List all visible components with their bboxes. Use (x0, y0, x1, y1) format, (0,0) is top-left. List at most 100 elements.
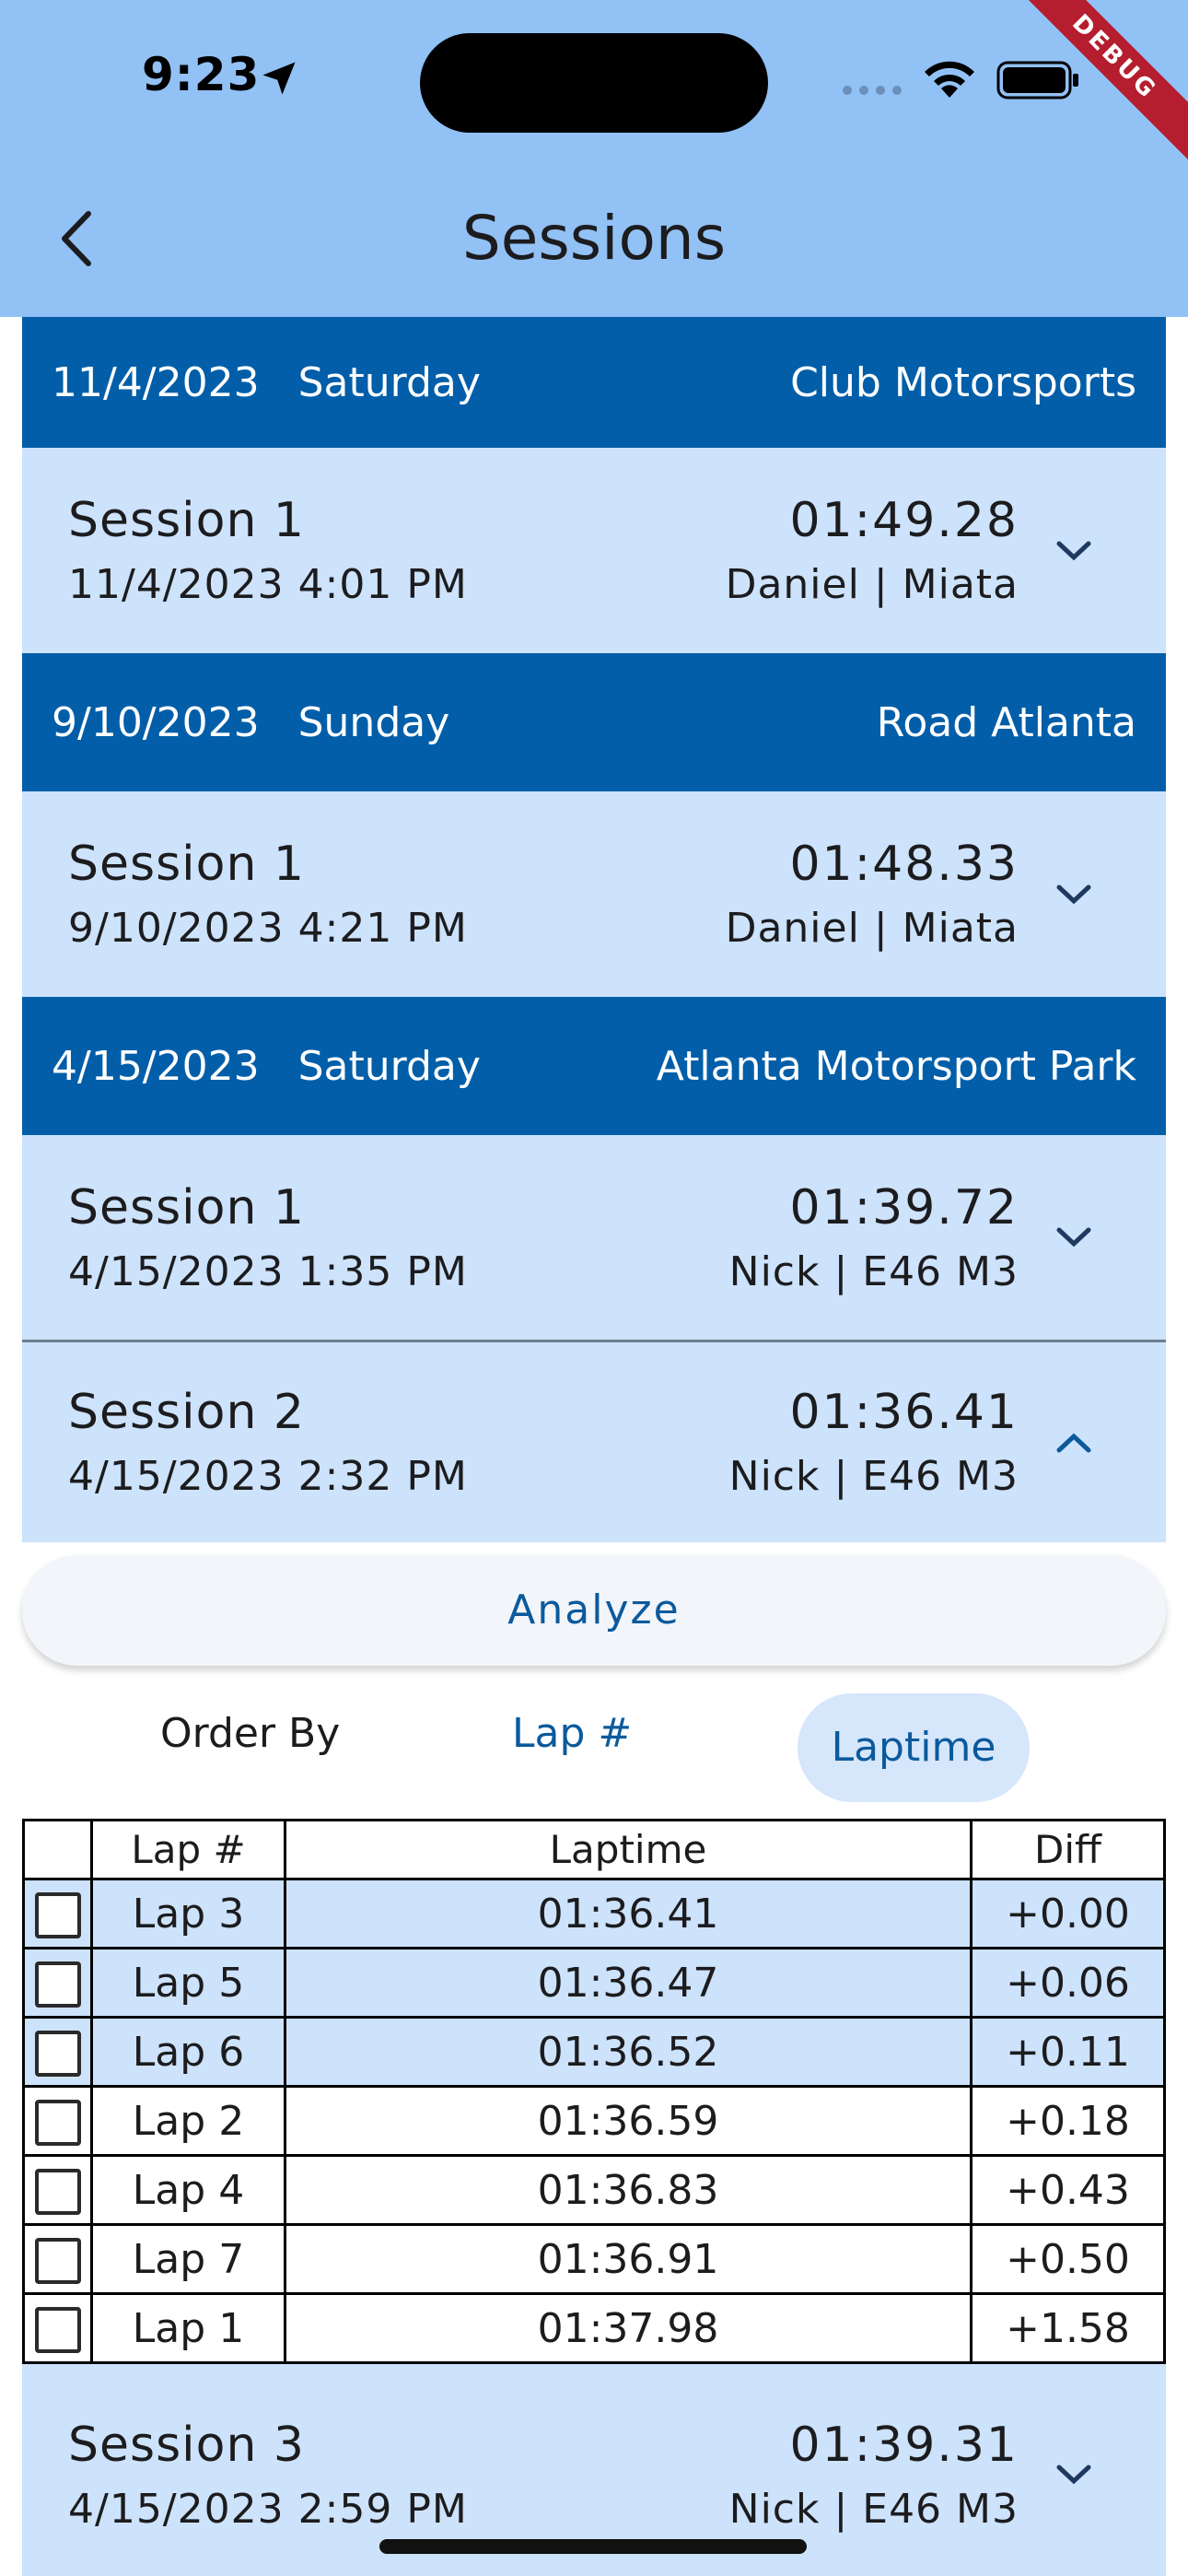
chevron-down-icon[interactable] (1055, 1225, 1092, 1249)
session-name: Session 1 (68, 493, 306, 548)
lap-checkbox-cell[interactable] (22, 1878, 93, 1950)
day-header: 11/4/2023 Saturday Club Motorsports (22, 317, 1166, 448)
day-weekday: Saturday (297, 358, 481, 406)
session-list: 11/4/2023 Saturday Club Motorsports Sessi… (22, 317, 1166, 2576)
session-best-lap: 01:49.28 (789, 493, 1019, 548)
lap-time: 01:36.41 (284, 1878, 973, 1950)
chevron-down-icon[interactable] (1055, 883, 1092, 907)
table-header-row: Lap # Laptime Diff (22, 1819, 1166, 1880)
checkbox[interactable] (34, 2237, 81, 2284)
lap-time: 01:37.98 (284, 2292, 973, 2364)
page-title: Sessions (461, 203, 727, 274)
day-track: Atlanta Motorsport Park (656, 1042, 1136, 1090)
session-name: Session 1 (68, 837, 306, 892)
session-best-lap: 01:48.33 (789, 837, 1019, 892)
lap-time: 01:36.83 (284, 2154, 973, 2226)
lap-time: 01:36.91 (284, 2223, 973, 2295)
lap-number: Lap 6 (90, 2016, 286, 2088)
chevron-up-icon[interactable] (1055, 1431, 1092, 1455)
order-by-laptime[interactable]: Laptime (798, 1693, 1030, 1802)
lap-number: Lap 4 (90, 2154, 286, 2226)
column-header-lap: Lap # (90, 1819, 286, 1880)
session-best-lap: 01:39.31 (789, 2417, 1019, 2473)
table-row: Lap 2 01:36.59 +0.18 (22, 2085, 1166, 2157)
app-bar: 9:23 DEBUG Sessions (0, 0, 1188, 317)
checkbox[interactable] (34, 2030, 81, 2077)
session-name: Session 2 (68, 1385, 306, 1440)
day-date: 11/4/2023 (52, 358, 260, 406)
lap-number: Lap 3 (90, 1878, 286, 1950)
column-header-select (22, 1819, 93, 1880)
lap-diff: +1.58 (970, 2292, 1166, 2364)
checkbox[interactable] (34, 1961, 81, 2008)
session-driver-car: Nick | E46 M3 (728, 1247, 1019, 1295)
table-row: Lap 5 01:36.47 +0.06 (22, 1947, 1166, 2019)
session-datetime: 4/15/2023 2:59 PM (68, 2485, 468, 2533)
lap-checkbox-cell[interactable] (22, 2085, 93, 2157)
session-best-lap: 01:39.72 (789, 1179, 1019, 1235)
session-driver-car: Nick | E46 M3 (728, 1453, 1019, 1500)
checkbox[interactable] (34, 2306, 81, 2353)
day-track: Road Atlanta (876, 698, 1136, 746)
table-row: Lap 6 01:36.52 +0.11 (22, 2016, 1166, 2088)
session-driver-car: Daniel | Miata (725, 905, 1019, 952)
checkbox[interactable] (34, 2168, 81, 2215)
session-datetime: 9/10/2023 4:21 PM (68, 905, 468, 952)
session-row[interactable]: Session 1 11/4/2023 4:01 PM 01:49.28 Dan… (22, 448, 1166, 653)
session-row[interactable]: Session 1 4/15/2023 1:35 PM 01:39.72 Nic… (22, 1135, 1166, 1340)
lap-number: Lap 1 (90, 2292, 286, 2364)
lap-time: 01:36.52 (284, 2016, 973, 2088)
session-datetime: 11/4/2023 4:01 PM (68, 561, 468, 608)
analyze-button[interactable]: Analyze (22, 1555, 1166, 1666)
lap-checkbox-cell[interactable] (22, 1947, 93, 2019)
day-date: 9/10/2023 (52, 698, 260, 746)
day-weekday: Sunday (297, 698, 450, 746)
status-time: 9:23 (142, 48, 261, 101)
lap-diff: +0.00 (970, 1878, 1166, 1950)
session-datetime: 4/15/2023 1:35 PM (68, 1247, 468, 1295)
lap-number: Lap 2 (90, 2085, 286, 2157)
location-arrow-icon (262, 62, 296, 95)
column-header-laptime: Laptime (284, 1819, 973, 1880)
day-weekday: Saturday (297, 1042, 481, 1090)
wifi-icon (925, 61, 974, 98)
chevron-down-icon[interactable] (1055, 539, 1092, 563)
session-best-lap: 01:36.41 (789, 1385, 1019, 1440)
checkbox[interactable] (34, 1891, 81, 1938)
session-name: Session 3 (68, 2417, 306, 2473)
lap-number: Lap 7 (90, 2223, 286, 2295)
checkbox[interactable] (34, 2099, 81, 2146)
lap-diff: +0.18 (970, 2085, 1166, 2157)
day-header: 9/10/2023 Sunday Road Atlanta (22, 653, 1166, 791)
home-indicator[interactable] (379, 2539, 807, 2554)
column-header-diff: Diff (970, 1819, 1166, 1880)
lap-diff: +0.43 (970, 2154, 1166, 2226)
lap-checkbox-cell[interactable] (22, 2292, 93, 2364)
signal-dots-icon (843, 86, 902, 95)
lap-diff: +0.50 (970, 2223, 1166, 2295)
day-date: 4/15/2023 (52, 1042, 260, 1090)
lap-diff: +0.11 (970, 2016, 1166, 2088)
lap-diff: +0.06 (970, 1947, 1166, 2019)
battery-icon (996, 61, 1078, 100)
day-track: Club Motorsports (790, 358, 1136, 406)
session-row[interactable]: Session 1 9/10/2023 4:21 PM 01:48.33 Dan… (22, 791, 1166, 997)
lap-checkbox-cell[interactable] (22, 2223, 93, 2295)
session-row-expanded[interactable]: Session 2 4/15/2023 2:32 PM 01:36.41 Nic… (22, 1342, 1166, 1542)
table-row: Lap 1 01:37.98 +1.58 (22, 2292, 1166, 2364)
table-row: Lap 3 01:36.41 +0.00 (22, 1878, 1166, 1950)
session-datetime: 4/15/2023 2:32 PM (68, 1453, 468, 1500)
session-driver-car: Daniel | Miata (725, 561, 1019, 608)
lap-number: Lap 5 (90, 1947, 286, 2019)
session-driver-car: Nick | E46 M3 (728, 2485, 1019, 2533)
lap-time: 01:36.59 (284, 2085, 973, 2157)
lap-checkbox-cell[interactable] (22, 2154, 93, 2226)
lap-time: 01:36.47 (284, 1947, 973, 2019)
order-by-lap-number[interactable]: Lap # (512, 1710, 632, 1757)
lap-checkbox-cell[interactable] (22, 2016, 93, 2088)
order-by-selector: Order By Lap # Laptime (22, 1666, 1166, 1809)
session-name: Session 1 (68, 1179, 306, 1235)
chevron-down-icon[interactable] (1055, 2463, 1092, 2487)
lap-table: Lap # Laptime Diff Lap 3 01:36.41 +0.00 … (22, 1819, 1166, 2364)
day-header: 4/15/2023 Saturday Atlanta Motorsport Par… (22, 997, 1166, 1135)
